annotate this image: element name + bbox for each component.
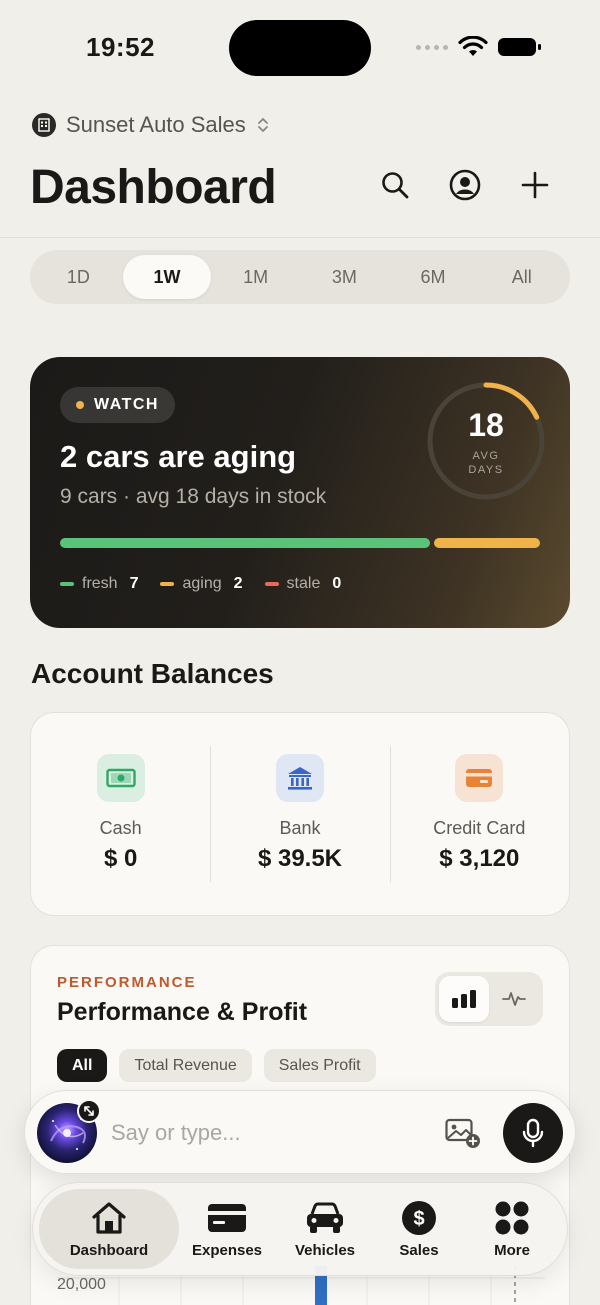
performance-kicker: PERFORMANCE	[57, 974, 197, 991]
search-icon[interactable]	[378, 168, 412, 202]
legend-label-aging: aging	[182, 575, 222, 592]
balance-bank[interactable]: Bank $ 39.5K	[210, 744, 389, 884]
tab-label: Vehicles	[294, 1241, 356, 1259]
aging-title: 2 cars are aging	[60, 439, 297, 474]
chip-total-revenue[interactable]: Total Revenue	[119, 1049, 252, 1082]
legend-count-stale: 0	[332, 575, 342, 592]
grid-icon	[494, 1200, 530, 1236]
org-name: Sunset Auto Sales	[66, 112, 246, 137]
bank-icon	[275, 754, 324, 802]
tab-expenses[interactable]: Expenses	[179, 1189, 275, 1269]
performance-title: Performance & Profit	[57, 998, 308, 1026]
header-actions	[378, 168, 552, 202]
microphone-button[interactable]	[503, 1103, 563, 1163]
avg-days-label-line1: AVG	[472, 450, 500, 462]
building-icon	[32, 113, 56, 137]
status-time: 19:52	[86, 32, 155, 62]
range-tab-1w[interactable]: 1W	[122, 255, 212, 299]
wifi-icon	[458, 36, 488, 56]
bar-chart-toggle[interactable]	[439, 976, 489, 1022]
battery-icon	[498, 38, 541, 56]
inventory-aging-card[interactable]: WATCH 2 cars are aging 9 cars · avg 18 d…	[30, 357, 570, 628]
legend-swatch-aging	[160, 582, 175, 586]
y-axis-tick: 20,000	[57, 1276, 106, 1293]
dynamic-island	[229, 20, 371, 76]
microphone-icon	[522, 1118, 544, 1148]
assistant-bar	[24, 1090, 576, 1174]
legend-swatch-fresh	[60, 582, 74, 586]
balance-value: $ 3,120	[439, 845, 520, 872]
pulse-icon	[502, 992, 526, 1006]
balance-credit-card[interactable]: Credit Card $ 3,120	[389, 744, 569, 884]
legend-aging: aging 2	[160, 575, 243, 593]
chart-type-toggle	[435, 972, 543, 1026]
car-icon	[304, 1200, 346, 1236]
legend-count-aging: 2	[233, 575, 243, 592]
assistant-input[interactable]	[111, 1113, 431, 1153]
tab-vehicles[interactable]: Vehicles	[275, 1189, 375, 1269]
metric-filter-chips: All Total Revenue Sales Profit	[57, 1049, 376, 1082]
range-tab-6m[interactable]: 6M	[389, 255, 478, 299]
aging-bar	[434, 538, 540, 548]
aging-subtitle: 9 cars · avg 18 days in stock	[60, 485, 327, 508]
range-tab-3m[interactable]: 3M	[300, 255, 389, 299]
credit-card-icon	[455, 754, 504, 802]
dollar-icon: $	[401, 1200, 437, 1236]
line-chart-toggle[interactable]	[489, 976, 539, 1022]
avg-days-ring: 18 AVG DAYS	[426, 381, 546, 501]
tab-dashboard[interactable]: Dashboard	[39, 1189, 179, 1269]
status-dot-icon	[76, 401, 84, 409]
cash-icon	[96, 754, 145, 802]
page-title: Dashboard	[30, 161, 277, 214]
signal-dots-icon	[416, 44, 448, 50]
tab-sales[interactable]: $ Sales	[375, 1189, 463, 1269]
tab-label: Dashboard	[69, 1241, 149, 1259]
range-tab-1d[interactable]: 1D	[34, 255, 123, 299]
legend-label-stale: stale	[286, 575, 321, 592]
range-tab-1m[interactable]: 1M	[211, 255, 300, 299]
svg-text:$: $	[413, 1208, 424, 1230]
expand-icon[interactable]	[77, 1099, 101, 1123]
plus-icon[interactable]	[518, 168, 552, 202]
balance-value: $ 0	[103, 845, 138, 872]
bottom-tab-bar: Dashboard Expenses Vehicles $ Sales More	[32, 1182, 568, 1276]
balance-cash[interactable]: Cash $ 0	[31, 744, 210, 884]
tab-label: Expenses	[191, 1241, 263, 1259]
time-range-selector: 1D 1W 1M 3M 6M All	[30, 250, 570, 304]
balance-label: Credit Card	[433, 818, 526, 838]
status-badge-label: WATCH	[94, 396, 159, 413]
home-icon	[90, 1200, 128, 1236]
balance-label: Bank	[279, 818, 321, 838]
legend-label-fresh: fresh	[82, 575, 118, 592]
chevron-up-down-icon	[257, 118, 268, 132]
avg-days-label: AVG DAYS	[426, 449, 546, 477]
tab-label: Sales	[399, 1241, 439, 1259]
section-title-balances: Account Balances	[31, 658, 274, 689]
chip-all[interactable]: All	[57, 1049, 108, 1082]
status-badge: WATCH	[60, 387, 175, 423]
fresh-bar	[60, 538, 430, 548]
tab-label: More	[494, 1241, 530, 1259]
header-divider	[0, 237, 600, 238]
legend-fresh: fresh 7	[60, 575, 138, 593]
attach-image-icon[interactable]	[445, 1117, 481, 1149]
status-bar: 19:52	[0, 0, 600, 96]
legend-swatch-stale	[264, 582, 279, 586]
account-balances-card: Cash $ 0 Bank $ 39.5K Credit Card $ 3,12…	[30, 712, 570, 916]
range-tab-all[interactable]: All	[477, 255, 566, 299]
aging-legend: fresh 7 aging 2 stale 0	[60, 575, 341, 593]
bar-chart-icon	[452, 990, 476, 1008]
avg-days-label-line2: DAYS	[468, 464, 504, 476]
tab-more[interactable]: More	[463, 1189, 561, 1269]
balance-label: Cash	[99, 818, 142, 838]
balance-value: $ 39.5K	[257, 845, 343, 872]
legend-stale: stale 0	[264, 575, 342, 593]
chip-sales-profit[interactable]: Sales Profit	[263, 1049, 376, 1082]
account-icon[interactable]	[448, 168, 482, 202]
org-switcher[interactable]: Sunset Auto Sales	[32, 112, 270, 138]
wallet-icon	[207, 1200, 247, 1236]
avg-days-value: 18	[468, 407, 504, 443]
legend-count-fresh: 7	[129, 575, 139, 592]
status-indicators	[416, 36, 542, 58]
